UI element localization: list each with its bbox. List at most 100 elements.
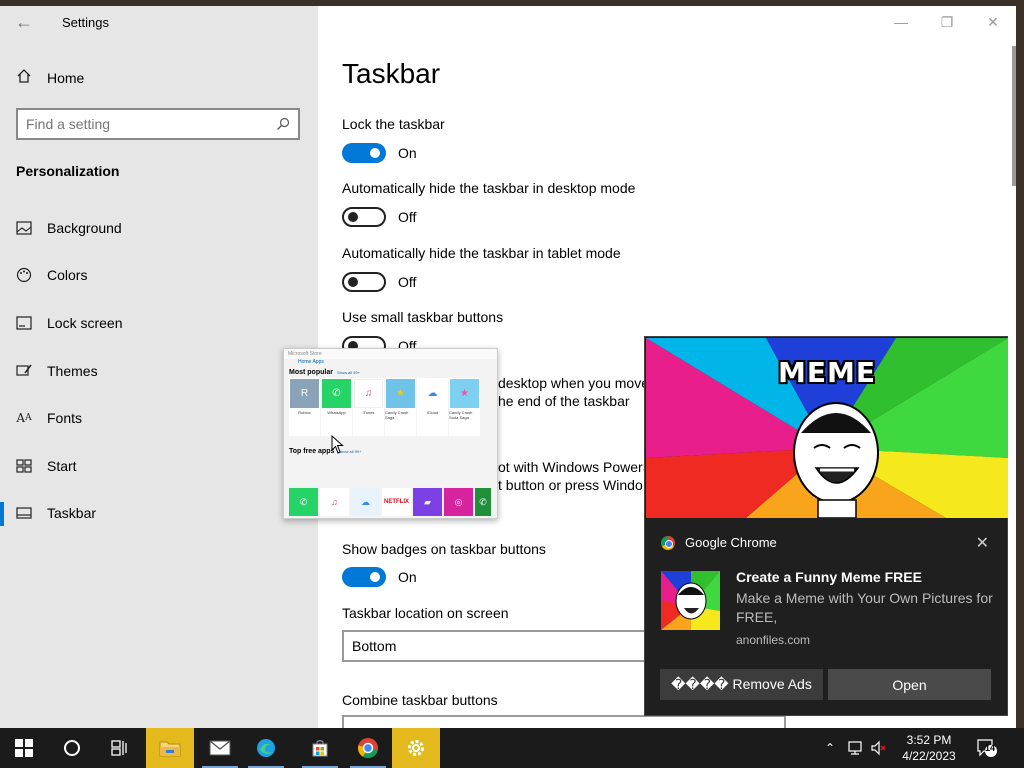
combine-label: Combine taskbar buttons [342,692,498,708]
app-tile-icon: ▰ [413,488,442,516]
clock-date: 4/22/2023 [902,749,956,763]
peek-label-line2: he end of the taskbar [498,393,630,409]
thumbnail-app-name: iCloud [426,410,439,415]
nav-home-label: Home [47,70,85,86]
sidebar-item-start[interactable]: Start [0,442,318,490]
action-center-button[interactable]: 14 [974,728,1000,768]
network-button[interactable] [844,728,868,768]
chevron-up-icon: ⌃ [824,741,836,755]
search-input[interactable] [26,116,276,132]
lock-taskbar-toggle-row: On [342,143,417,163]
thumbnail-app-name: Roblox [298,410,311,415]
edge-icon [257,739,275,757]
search-box[interactable] [16,108,300,140]
sidebar-item-lock-screen[interactable]: Lock screen [0,299,318,347]
sidebar-item-colors[interactable]: Colors [0,252,318,300]
home-icon [16,68,34,88]
nav-list: Background Colors Lock screen Themes AA … [0,204,318,537]
badges-label: Show badges on taskbar buttons [342,541,546,557]
thumbnail-tabs: Home Apps [298,359,324,365]
lock-taskbar-toggle[interactable] [342,143,386,163]
hide-tablet-toggle[interactable] [342,272,386,292]
sidebar-item-label: Colors [47,267,88,284]
thumbnail-free-heading: Top free apps Show all 99+ [284,448,497,455]
mail-button[interactable] [196,728,244,768]
thumbnail-title: Microsoft Store [284,349,497,359]
sidebar-item-label: Themes [47,362,98,379]
start-icon [16,458,32,474]
badges-toggle[interactable] [342,567,386,587]
open-button[interactable]: Open [828,669,991,700]
file-explorer-button[interactable] [146,728,194,768]
title-bar: ← Settings [0,6,109,38]
palette-icon [16,267,32,283]
toast-source: anonfiles.com [736,633,811,647]
hide-desktop-toggle[interactable] [342,207,386,227]
mouse-cursor-icon [331,435,344,454]
store-button[interactable] [296,728,344,768]
toast-message: Make a Meme with Your Own Pictures for F… [736,590,993,625]
toggle-state: Off [398,209,417,225]
sidebar-item-label: Taskbar [47,505,97,522]
windows-logo-icon [15,739,33,757]
powershell-label-line1: ot with Windows PowerS [498,459,653,475]
nav-home[interactable]: Home [16,68,84,88]
notification-count-badge: 14 [985,743,996,753]
toggle-state: On [398,145,417,161]
remove-ads-button[interactable]: ���� Remove Ads [660,669,823,700]
icloud-icon: ☁ [418,379,447,408]
whatsapp-icon: ✆ [322,379,351,408]
sidebar-item-background[interactable]: Background [0,204,318,252]
minimize-button[interactable]: — [878,6,924,38]
back-button[interactable]: ← [0,6,48,38]
toast-close-icon[interactable]: ✕ [976,533,989,553]
toast-app-logo [661,571,720,630]
hide-desktop-label: Automatically hide the taskbar in deskto… [342,180,636,196]
sidebar-item-themes[interactable]: Themes [0,347,318,395]
combine-dropdown[interactable] [342,715,786,728]
whatsapp-icon: ✆ [475,488,491,516]
settings-nav-pane: ← Settings Home Personalization Backgrou… [0,6,318,728]
toast-hero-image[interactable]: MEME [646,338,1008,518]
clock[interactable]: 3:52 PM 4/22/2023 [890,732,968,764]
thumbnail-app: ♫ iTunes [353,378,384,436]
hide-tablet-label: Automatically hide the taskbar in tablet… [342,245,621,261]
task-view-button[interactable] [96,728,144,768]
taskbar-icon [16,505,32,521]
start-button[interactable] [0,728,48,768]
lock-taskbar-label: Lock the taskbar [342,116,445,132]
whatsapp-icon: ✆ [289,488,318,516]
toast-app-name: Google Chrome [685,535,777,550]
candy-crush-icon: ★ [386,379,415,408]
scrollbar[interactable] [1012,46,1016,186]
chrome-button[interactable] [344,728,392,768]
restore-button[interactable]: ❐ [924,6,970,38]
settings-button[interactable] [392,728,440,768]
search-icon[interactable] [276,117,290,131]
network-icon [848,741,862,755]
search-button[interactable] [48,728,96,768]
thumbnail-app-name: WhatsApp [327,410,346,415]
image-icon [16,220,32,236]
thumbnail-app: ✆ WhatsApp [321,378,352,436]
thumbnail-app: ☁ iCloud [417,378,448,436]
clock-time: 3:52 PM [906,733,952,747]
show-hidden-icons-button[interactable]: ⌃ [820,728,840,768]
small-buttons-label: Use small taskbar buttons [342,309,504,325]
font-icon: AA [16,411,32,426]
thumbnail-popular-heading: Most popular Show all 99+ [284,369,497,376]
gear-icon [408,740,424,756]
store-window-thumbnail[interactable]: Microsoft Store Home Apps Most popular Sh… [283,348,498,519]
thumbnail-app-name: Candy Crush Soda Saga [449,410,473,420]
sidebar-item-label: Fonts [47,410,83,427]
volume-button[interactable] [868,728,890,768]
itunes-icon: ♫ [354,379,383,408]
sidebar-item-fonts[interactable]: AA Fonts [0,394,318,442]
page-title: Taskbar [342,58,441,89]
see-all-link: Show all 99+ [336,370,360,375]
close-button[interactable]: ✕ [970,6,1016,38]
edge-button[interactable] [242,728,290,768]
sidebar-item-taskbar[interactable]: Taskbar [0,490,318,538]
folder-icon [159,741,181,757]
chrome-notification-toast[interactable]: MEME Google Chrome ✕ Create a Funny Meme… [644,336,1008,716]
